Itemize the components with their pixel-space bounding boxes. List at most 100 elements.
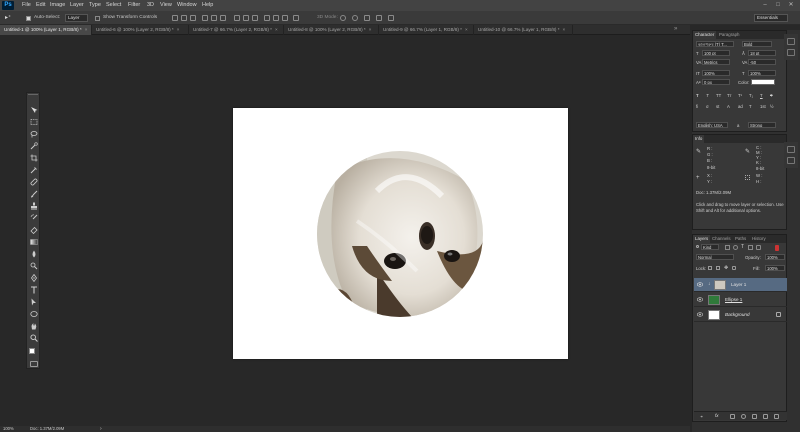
add-mask-icon[interactable] [730,414,735,419]
align-right-icon[interactable] [220,15,226,21]
fx-icon[interactable]: fx [715,413,719,418]
quick-select-icon[interactable] [30,142,38,150]
tab-history[interactable]: History [750,235,768,243]
language-select[interactable]: English: USA [696,122,728,128]
visibility-eye-icon[interactable] [697,282,703,287]
layer-row-background[interactable]: Background [694,308,787,322]
close-tab-icon[interactable]: × [369,27,372,32]
align-left-icon[interactable] [202,15,208,21]
underline-button[interactable]: T [760,93,763,98]
contextual-alt-button[interactable]: σ [706,104,709,109]
filter-pixel-icon[interactable] [725,245,730,250]
path-select-icon[interactable] [30,298,38,306]
3d-scale-icon[interactable] [388,15,394,21]
workspace-dropdown[interactable]: Essentials [754,14,788,22]
fractions-button[interactable]: ½ [770,104,774,109]
adjustment-layer-icon[interactable] [741,414,746,419]
ordinals-button[interactable]: 1st [760,104,766,109]
menu-type[interactable]: Type [89,2,101,8]
paragraph-panel-icon[interactable] [787,49,795,56]
ligature-button[interactable]: fi [696,104,698,109]
tab-paragraph[interactable]: Paragraph [717,31,742,39]
font-style-select[interactable]: Bold [742,41,772,47]
show-transform-checkbox[interactable] [95,16,100,21]
tab-untitled-10[interactable]: Untitled-10 @ 66.7% (Layer 1, RGB/8) * × [474,25,573,35]
close-tab-icon[interactable]: × [85,27,88,32]
type-icon[interactable] [30,286,38,294]
menu-edit[interactable]: Edit [36,2,45,8]
subscript-button[interactable]: T₁ [749,93,753,98]
align-hcenter-icon[interactable] [211,15,217,21]
more-tabs-icon[interactable]: » [674,26,677,32]
filter-shape-icon[interactable] [748,245,753,250]
tab-layers[interactable]: Layers [693,235,711,243]
menu-filter[interactable]: Filter [128,2,140,8]
lock-position-icon[interactable]: ✥ [724,265,728,271]
clone-stamp-icon[interactable] [30,202,38,210]
minimize-button[interactable]: – [760,2,770,9]
faux-bold-button[interactable]: T [696,93,699,98]
link-layers-icon[interactable]: ⚭ [700,414,703,419]
lock-pixels-icon[interactable] [716,266,720,270]
distribute-top-icon[interactable] [234,15,240,21]
align-bottom-icon[interactable] [190,15,196,21]
horizontal-scale-field[interactable]: 100% [748,70,776,76]
tab-untitled-7[interactable]: Untitled-7 @ 66.7% (Layer 2, RGB/8) * × [189,25,284,35]
tab-untitled-6[interactable]: Untitled-6 @ 100% (Layer 2, RGB/8) * × [92,25,189,35]
maximize-button[interactable]: □ [773,2,783,9]
visibility-eye-icon[interactable] [697,312,703,317]
blur-icon[interactable] [30,250,38,258]
filter-type-icon[interactable]: T [741,244,744,250]
dodge-icon[interactable] [30,262,38,270]
3d-rotate-icon[interactable] [340,15,346,21]
vertical-scale-field[interactable]: 100% [702,70,730,76]
leading-field[interactable]: 18 pt [748,50,776,56]
close-tab-icon[interactable]: × [465,27,468,32]
layer-row-ellipse-1[interactable]: Ellipse 1 [694,293,787,307]
small-caps-button[interactable]: Tт [727,93,732,98]
close-tab-icon[interactable]: × [275,27,278,32]
toolbar-grip[interactable] [28,94,38,98]
menu-layer[interactable]: Layer [70,2,84,8]
superscript-button[interactable]: T¹ [738,93,742,98]
history-brush-icon[interactable] [30,214,38,222]
kerning-field[interactable]: Metrics [702,59,730,65]
align-top-icon[interactable] [172,15,178,21]
zoom-icon[interactable] [30,334,38,342]
faux-italic-button[interactable]: T [706,93,709,98]
brush-icon[interactable] [30,190,38,198]
layer-name[interactable]: Layer 1 [731,282,746,287]
zoom-level[interactable]: 100% [3,426,14,432]
filter-toggle-icon[interactable] [775,245,779,251]
menu-window[interactable]: Window [177,2,197,8]
foreground-color-swatch[interactable] [29,348,35,354]
stylistic-alt-button[interactable]: ad [738,104,743,109]
lasso-icon[interactable] [30,130,38,138]
eyedropper-icon[interactable] [30,166,38,174]
distribute-vcenter-icon[interactable] [243,15,249,21]
navigator-panel-icon[interactable] [787,157,795,164]
gradient-icon[interactable] [30,238,38,246]
swash-button[interactable]: A [727,104,730,109]
auto-select-dropdown[interactable]: Layer [65,14,88,22]
discretionary-ligature-button[interactable]: st [716,104,719,109]
move-icon[interactable] [30,106,38,114]
filter-adjustment-icon[interactable] [733,245,738,250]
marquee-icon[interactable] [30,118,38,126]
layer-name[interactable]: Background [725,312,750,317]
quick-mask-icon[interactable] [30,361,38,367]
crop-icon[interactable] [30,154,38,162]
tab-untitled-1[interactable]: Untitled-1 @ 100% (Layer 1, RGB/8) * × [0,25,92,35]
3d-roll-icon[interactable] [352,15,358,21]
3d-slide-icon[interactable] [376,15,382,21]
distribute-left-icon[interactable] [264,15,270,21]
distribute-right-icon[interactable] [282,15,288,21]
blend-mode-select[interactable]: Normal [696,254,734,260]
strikethrough-button[interactable]: T [770,93,773,98]
menu-help[interactable]: Help [202,2,213,8]
font-size-field[interactable]: 100 pt [702,50,730,56]
eraser-icon[interactable] [30,226,38,234]
all-caps-button[interactable]: TT [716,93,721,98]
lock-transparent-icon[interactable] [708,266,712,270]
new-group-icon[interactable] [752,414,757,419]
